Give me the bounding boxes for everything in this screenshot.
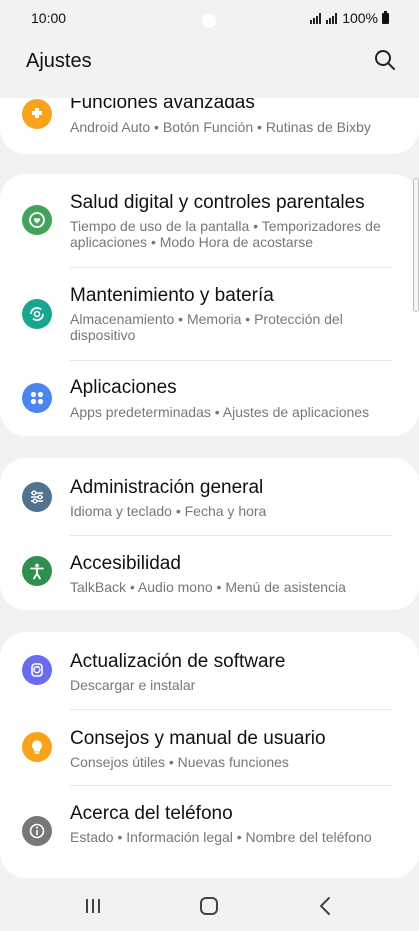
item-subtitle: Android Auto • Botón Función • Rutinas d…: [70, 119, 371, 135]
scrollbar[interactable]: [413, 178, 419, 312]
item-title: Funciones avanzadas: [70, 98, 255, 113]
device-care-icon: [22, 299, 52, 329]
settings-item-software-update[interactable]: Actualización de software Descargar e in…: [0, 632, 419, 709]
settings-item-accessibility[interactable]: Accesibilidad TalkBack • Audio mono • Me…: [0, 536, 419, 610]
home-icon[interactable]: [197, 894, 221, 918]
settings-item-digital-wellbeing[interactable]: Salud digital y controles parentales Tie…: [0, 174, 419, 267]
settings-item-about-phone[interactable]: Acerca del teléfono Estado • Información…: [0, 786, 419, 878]
card-about-group: Actualización de software Descargar e in…: [0, 632, 419, 878]
item-title: Mantenimiento y batería: [70, 285, 274, 306]
item-subtitle: Consejos útiles • Nuevas funciones: [70, 754, 289, 770]
item-title: Salud digital y controles parentales: [70, 192, 365, 213]
search-icon[interactable]: [373, 48, 397, 72]
item-subtitle: Descargar e instalar: [70, 677, 196, 693]
item-subtitle: Tiempo de uso de la pantalla • Temporiza…: [70, 218, 381, 250]
back-icon[interactable]: [314, 894, 338, 918]
lightbulb-icon: [22, 732, 52, 762]
settings-item-advanced-features[interactable]: Funciones avanzadas Android Auto • Botón…: [0, 98, 419, 154]
item-title: Consejos y manual de usuario: [70, 728, 326, 749]
settings-item-apps[interactable]: Aplicaciones Apps predeterminadas • Ajus…: [0, 361, 419, 436]
digital-wellbeing-icon: [22, 205, 52, 235]
settings-item-device-care[interactable]: Mantenimiento y batería Almacenamiento •…: [0, 268, 419, 360]
item-subtitle: Almacenamiento • Memoria • Protección de…: [70, 311, 343, 343]
navigation-bar: [0, 882, 419, 931]
status-time: 10:00: [31, 10, 67, 26]
item-subtitle: Estado • Información legal • Nombre del …: [70, 829, 372, 845]
item-title: Acerca del teléfono: [70, 803, 233, 824]
item-subtitle: Apps predeterminadas • Ajustes de aplica…: [70, 404, 370, 420]
battery-icon: [382, 10, 389, 24]
item-title: Administración general: [70, 477, 264, 498]
settings-item-tips-manual[interactable]: Consejos y manual de usuario Consejos út…: [0, 710, 419, 785]
battery-percent: 100%: [342, 10, 378, 26]
software-update-icon: [22, 655, 52, 685]
item-title: Accesibilidad: [70, 553, 181, 574]
card-wellbeing-group: Salud digital y controles parentales Tie…: [0, 174, 419, 436]
camera-cutout: [202, 14, 216, 28]
status-indicators: 100%: [310, 10, 389, 26]
signal-icon: [310, 12, 322, 24]
card-general-group: Administración general Idioma y teclado …: [0, 458, 419, 610]
signal-icon: [326, 12, 338, 24]
page-title: Ajustes: [26, 50, 92, 72]
status-bar: 10:00 100%: [0, 0, 419, 38]
app-bar: Ajustes: [0, 40, 419, 84]
settings-item-general-management[interactable]: Administración general Idioma y teclado …: [0, 458, 419, 535]
item-subtitle: TalkBack • Audio mono • Menú de asistenc…: [70, 579, 346, 595]
apps-icon: [22, 383, 52, 413]
item-subtitle: Idioma y teclado • Fecha y hora: [70, 503, 267, 519]
puzzle-icon: [22, 99, 52, 129]
item-title: Aplicaciones: [70, 377, 177, 398]
info-icon: [22, 816, 52, 846]
card-advanced: Funciones avanzadas Android Auto • Botón…: [0, 98, 419, 154]
sliders-icon: [22, 482, 52, 512]
recents-icon[interactable]: [81, 894, 105, 918]
item-title: Actualización de software: [70, 651, 286, 672]
accessibility-icon: [22, 556, 52, 586]
